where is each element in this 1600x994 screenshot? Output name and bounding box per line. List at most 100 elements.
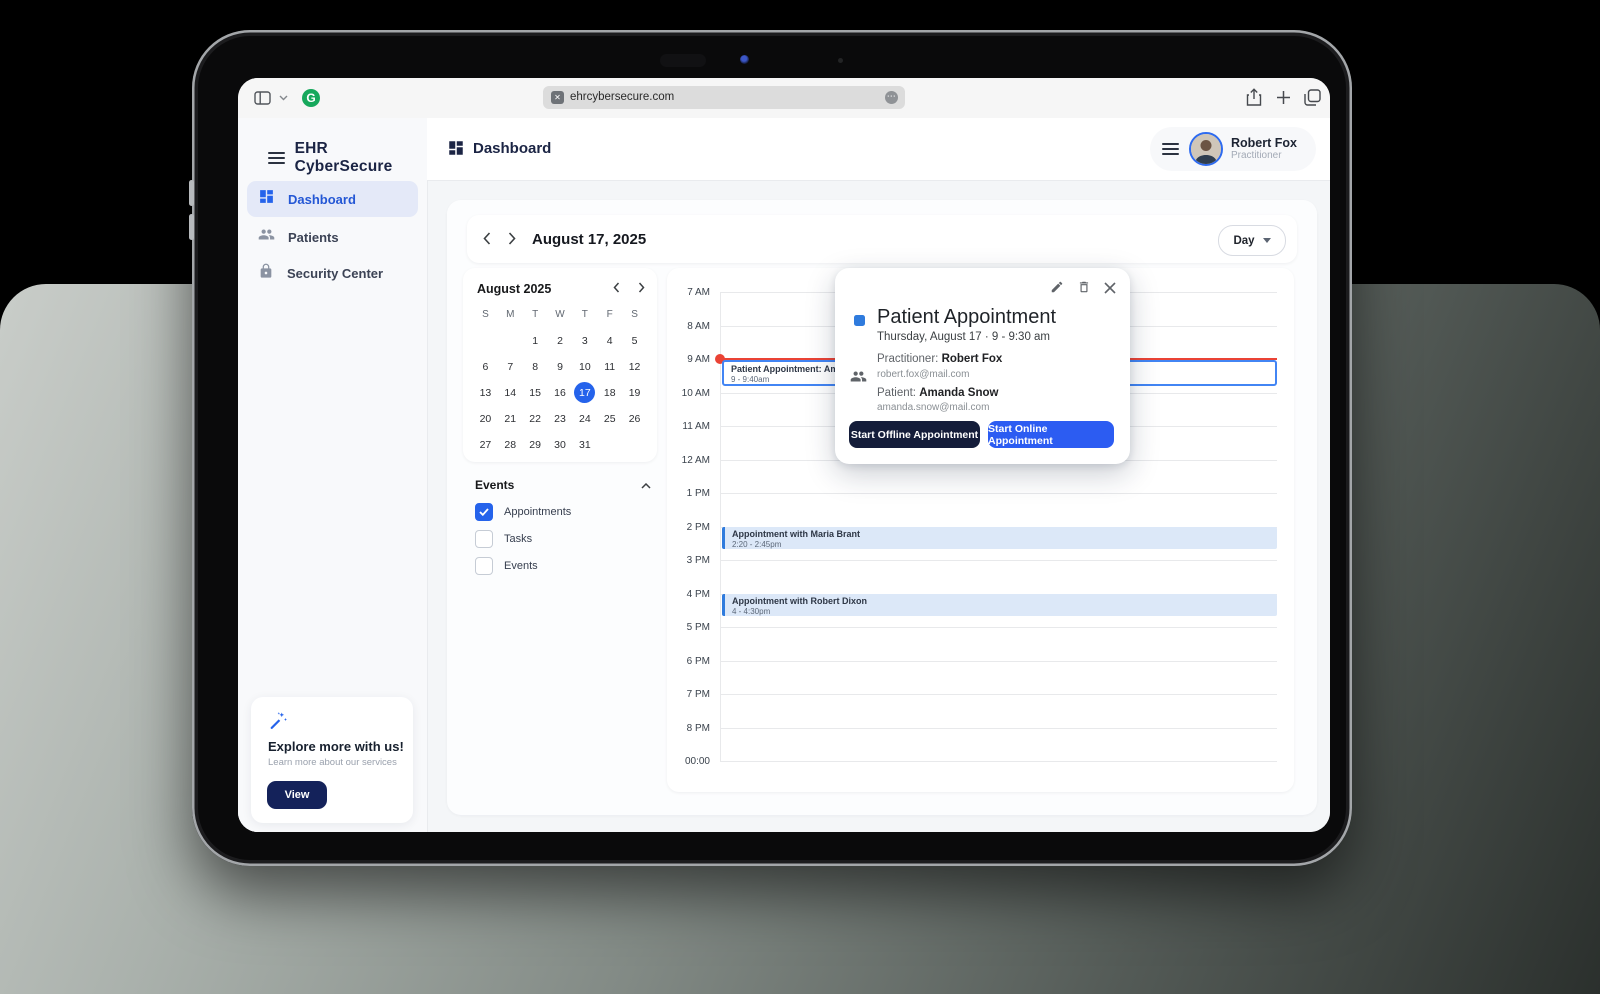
time-label: 9 AM — [667, 354, 710, 365]
time-label: 11 AM — [667, 421, 710, 432]
address-bar[interactable]: ✕ ehrcybersecure.com ⋯ — [543, 86, 905, 109]
calendar-day — [622, 434, 647, 455]
calendar-day[interactable]: 26 — [622, 408, 647, 429]
tasks-checkbox[interactable] — [475, 530, 493, 548]
start-online-appointment-button[interactable]: Start Online Appointment — [988, 421, 1114, 448]
calendar-day[interactable]: 8 — [523, 356, 548, 377]
filter-label: Events — [504, 560, 538, 572]
event-robert-dixon[interactable]: Appointment with Robert Dixon 4 - 4:30pm — [722, 594, 1277, 616]
time-label: 8 AM — [667, 321, 710, 332]
popover-participants: Practitioner: Robert Fox robert.fox@mail… — [877, 354, 1002, 421]
promo-card: Explore more with us! Learn more about o… — [251, 697, 413, 823]
time-label: 8 PM — [667, 723, 710, 734]
calendar-day[interactable]: 29 — [523, 434, 548, 455]
calendar-day[interactable]: 14 — [498, 382, 523, 403]
calendar-day[interactable]: 22 — [523, 408, 548, 429]
mini-calendar: August 2025 SMTWTFS123456789101112131415… — [463, 268, 657, 462]
previous-day-icon[interactable] — [483, 232, 491, 250]
calendar-day[interactable]: 27 — [473, 434, 498, 455]
popover-title: Patient Appointment — [877, 306, 1056, 329]
filter-tasks[interactable]: Tasks — [475, 530, 657, 548]
calendar-day[interactable]: 28 — [498, 434, 523, 455]
calendar-day[interactable]: 23 — [548, 408, 573, 429]
calendar-day[interactable]: 18 — [597, 382, 622, 403]
view-button[interactable]: View — [267, 781, 327, 809]
calendar-day[interactable]: 24 — [572, 408, 597, 429]
sidebar-item-label: Dashboard — [288, 192, 356, 207]
event-time: 2:20 - 2:45pm — [732, 540, 1277, 549]
chevron-down-icon[interactable] — [279, 95, 288, 101]
sidebar-item-dashboard[interactable]: Dashboard — [247, 181, 418, 217]
calendar-day[interactable]: 21 — [498, 408, 523, 429]
calendar-day[interactable]: 11 — [597, 356, 622, 377]
url-text: ehrcybersecure.com — [570, 91, 674, 103]
reader-more-icon[interactable]: ⋯ — [885, 91, 898, 104]
site-icon: ✕ — [551, 91, 564, 104]
time-label: 2 PM — [667, 522, 710, 533]
tab-overview-icon[interactable] — [1304, 89, 1321, 106]
calendar-day[interactable]: 17 — [572, 382, 597, 403]
calendar-day[interactable]: 1 — [523, 330, 548, 351]
calendar-day[interactable]: 3 — [572, 330, 597, 351]
time-label: 5 PM — [667, 622, 710, 633]
date-navigation-bar: August 17, 2025 Day — [467, 215, 1297, 263]
mini-calendar-prev-icon[interactable] — [613, 280, 620, 298]
calendar-day[interactable]: 30 — [548, 434, 573, 455]
calendar-day[interactable]: 6 — [473, 356, 498, 377]
calendar-day[interactable]: 13 — [473, 382, 498, 403]
filter-appointments[interactable]: Appointments — [475, 503, 657, 521]
front-camera — [740, 55, 749, 64]
filter-events[interactable]: Events — [475, 557, 657, 575]
calendar-day[interactable]: 31 — [572, 434, 597, 455]
edit-icon[interactable] — [1050, 280, 1064, 299]
time-label: 4 PM — [667, 589, 710, 600]
calendar-day[interactable]: 25 — [597, 408, 622, 429]
event-maria-brant[interactable]: Appointment with Maria Brant 2:20 - 2:45… — [722, 527, 1277, 549]
hour-gridline — [720, 694, 1277, 695]
close-icon[interactable] — [1104, 281, 1116, 299]
dashboard-icon — [447, 139, 465, 157]
calendar-day-header: T — [523, 304, 548, 325]
calendar-day[interactable]: 7 — [498, 356, 523, 377]
grammarly-extension-icon[interactable]: G — [302, 89, 320, 107]
time-label: 00:00 — [667, 756, 710, 767]
calendar-day[interactable]: 16 — [548, 382, 573, 403]
browser-toolbar: G ✕ ehrcybersecure.com ⋯ — [238, 78, 1330, 119]
calendar-day[interactable]: 2 — [548, 330, 573, 351]
calendar-day-selected[interactable]: 17 — [574, 382, 595, 403]
time-label: 6 PM — [667, 656, 710, 667]
sidebar-item-patients[interactable]: Patients — [247, 221, 418, 253]
user-menu-icon[interactable] — [1162, 140, 1179, 158]
calendar-day[interactable]: 10 — [572, 356, 597, 377]
mini-calendar-next-icon[interactable] — [638, 280, 645, 298]
calendar-day[interactable]: 9 — [548, 356, 573, 377]
app-root: EHR CyberSecure Dashboard Patients — [238, 118, 1330, 832]
calendar-day[interactable]: 5 — [622, 330, 647, 351]
calendar-day[interactable]: 15 — [523, 382, 548, 403]
delete-icon[interactable] — [1077, 280, 1091, 299]
user-menu[interactable]: Robert Fox Practitioner — [1150, 127, 1316, 171]
calendar-day[interactable]: 4 — [597, 330, 622, 351]
view-select[interactable]: Day — [1218, 225, 1286, 256]
event-filters: Events Appointments — [463, 476, 657, 575]
appointments-checkbox[interactable] — [475, 503, 493, 521]
practitioner-label: Practitioner: — [877, 353, 942, 365]
avatar[interactable] — [1189, 132, 1223, 166]
next-day-icon[interactable] — [508, 232, 516, 250]
menu-icon[interactable] — [268, 149, 285, 167]
share-icon[interactable] — [1246, 88, 1262, 107]
new-tab-icon[interactable] — [1276, 90, 1291, 105]
calendar-day[interactable]: 12 — [622, 356, 647, 377]
dashboard-icon — [258, 188, 275, 210]
sidebar-item-security-center[interactable]: Security Center — [247, 257, 418, 289]
patients-icon — [258, 226, 275, 248]
page-title: Dashboard — [447, 139, 551, 157]
sidebar-toggle-icon[interactable] — [254, 91, 271, 105]
collapse-icon[interactable] — [641, 476, 651, 494]
calendar-day[interactable]: 20 — [473, 408, 498, 429]
events-checkbox[interactable] — [475, 557, 493, 575]
start-offline-appointment-button[interactable]: Start Offline Appointment — [849, 421, 980, 448]
calendar-day[interactable]: 19 — [622, 382, 647, 403]
event-time: 4 - 4:30pm — [732, 607, 1277, 616]
popover-datetime: Thursday, August 17 · 9 - 9:30 am — [877, 331, 1050, 343]
